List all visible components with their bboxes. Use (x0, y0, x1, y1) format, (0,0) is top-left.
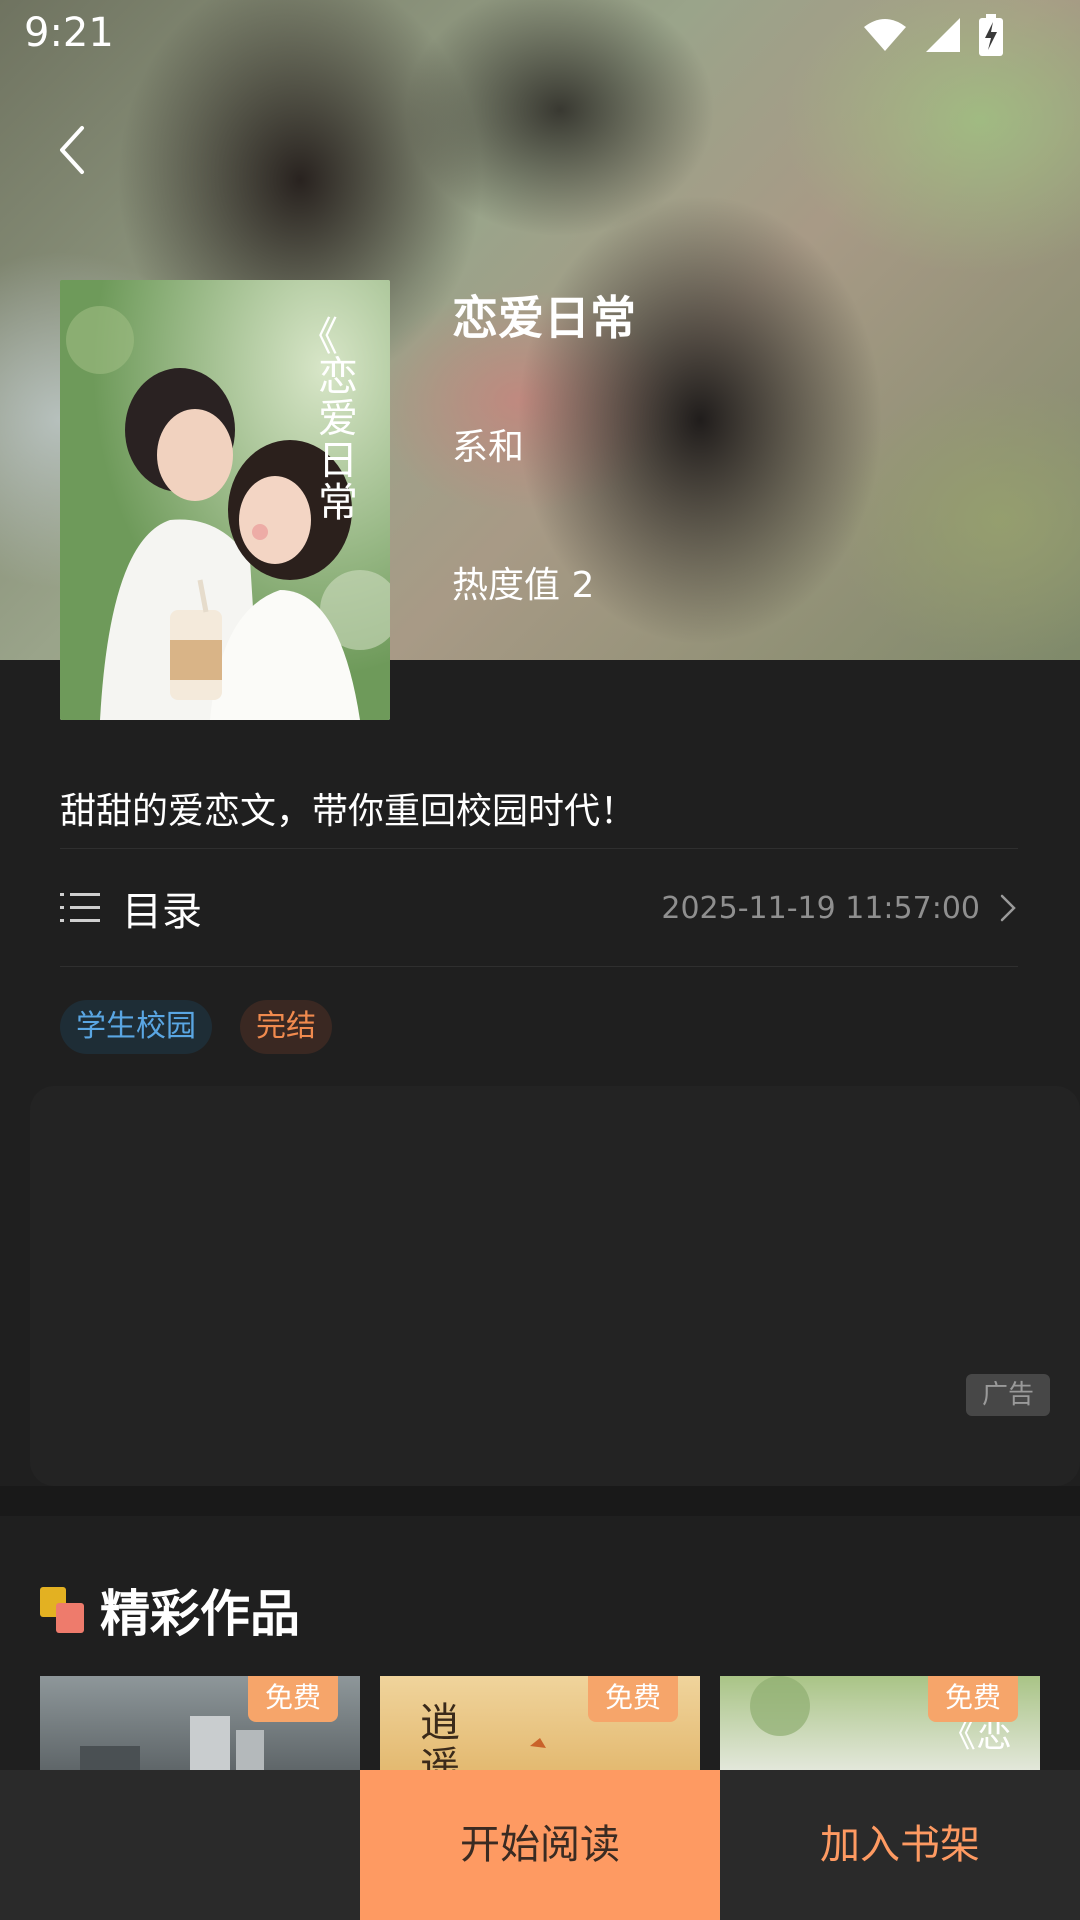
svg-text:爱: 爱 (318, 396, 358, 442)
chevron-left-icon (60, 126, 84, 174)
ad-banner[interactable]: 广告 (30, 1086, 1080, 1486)
svg-text:逍: 逍 (420, 1700, 460, 1746)
featured-section-header: 精彩作品 (40, 1574, 300, 1646)
free-badge: 免费 (248, 1676, 338, 1722)
free-badge: 免费 (588, 1676, 678, 1722)
featured-item[interactable]: 《恋 免费 (720, 1676, 1040, 1772)
chevron-right-icon (1000, 894, 1016, 922)
book-author[interactable]: 系和 (452, 418, 524, 470)
signal-icon (926, 18, 960, 52)
book-title: 恋爱日常 (452, 291, 636, 345)
free-badge: 免费 (928, 1676, 1018, 1722)
list-icon (60, 893, 100, 922)
book-description: 甜甜的爱恋文，带你重回校园时代！ (60, 791, 637, 832)
tag-completed[interactable]: 完结 (240, 1000, 332, 1054)
back-button[interactable] (48, 118, 96, 182)
ad-badge: 广告 (966, 1374, 1050, 1416)
svg-text:常: 常 (318, 480, 358, 526)
start-reading-button[interactable]: 开始阅读 (360, 1770, 720, 1920)
section-icon (40, 1587, 86, 1633)
divider (60, 848, 1018, 849)
toc-label: 目录 (122, 889, 202, 935)
svg-text:遥: 遥 (420, 1744, 460, 1772)
wifi-icon (864, 19, 906, 51)
featured-item[interactable]: 逍 遥 免费 (380, 1676, 700, 1772)
add-to-shelf-button[interactable]: 加入书架 (720, 1770, 1080, 1920)
cover-illustration: 《 恋 爱 日 常 (60, 280, 390, 720)
status-icons (862, 14, 1004, 56)
toc-row[interactable]: 目录 2025-11-19 11:57:00 (60, 850, 1018, 966)
book-cover[interactable]: 《 恋 爱 日 常 (60, 280, 390, 720)
featured-list: 免费 逍 遥 免费 《恋 免费 (40, 1676, 1040, 1772)
toc-updated-time: 2025-11-19 11:57:00 (661, 890, 980, 926)
featured-item[interactable]: 免费 (40, 1676, 360, 1772)
divider (60, 966, 1018, 967)
svg-text:日: 日 (318, 438, 358, 484)
bottom-action-bar: 开始阅读 加入书架 (0, 1770, 1080, 1920)
svg-text:恋: 恋 (318, 354, 358, 400)
section-separator (0, 1486, 1080, 1516)
book-heat: 热度值 2 (452, 565, 595, 606)
tag-school[interactable]: 学生校园 (60, 1000, 212, 1054)
battery-charging-icon (979, 14, 1003, 56)
featured-title: 精彩作品 (100, 1585, 300, 1643)
book-detail-screen: 9:21 《 恋 爱 日 常 恋爱日常 系和 热度值 2 甜甜的爱恋文，带你重回… (0, 0, 1080, 1920)
status-time: 9:21 (24, 10, 114, 56)
